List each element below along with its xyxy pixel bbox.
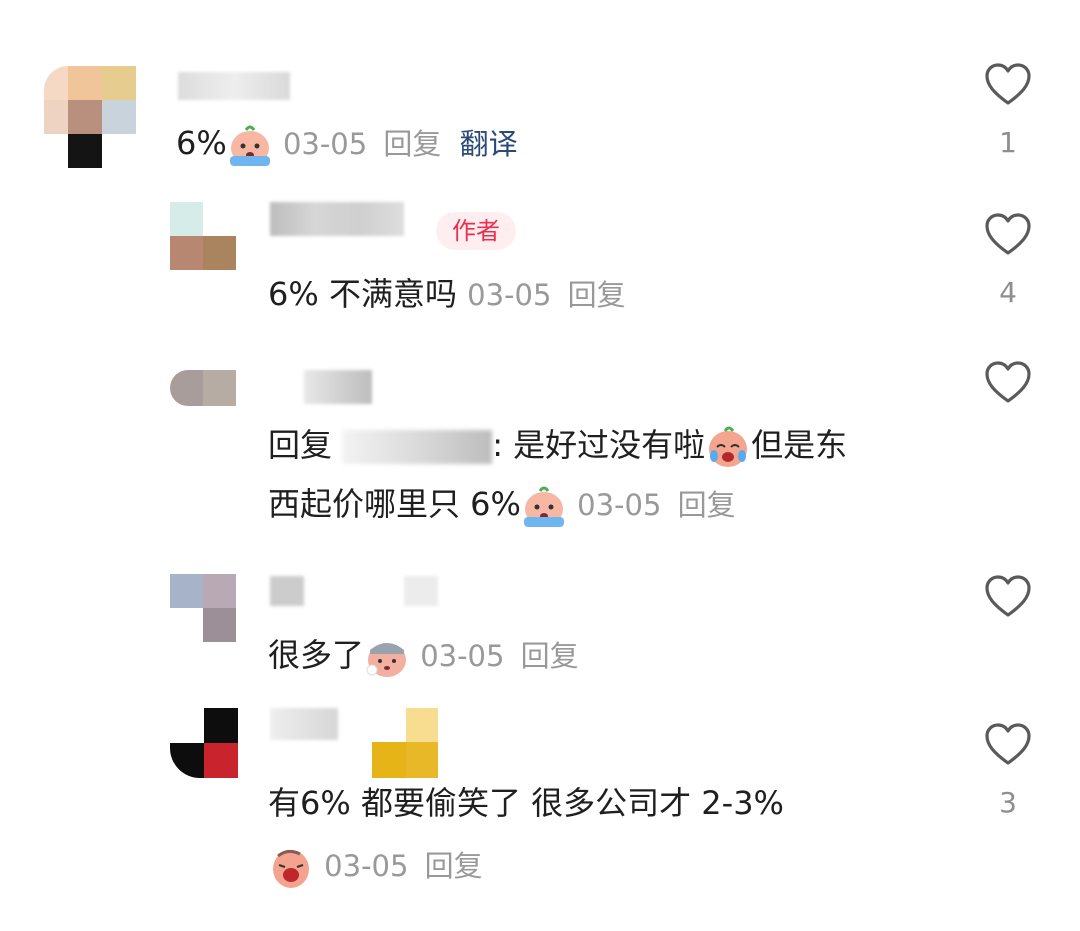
username-obscured <box>404 576 438 606</box>
like-count: 1 <box>999 126 1017 159</box>
comment-line: 回复 : 是好过没有啦 但是东 <box>268 414 847 476</box>
username-obscured <box>270 708 338 740</box>
translate-button[interactable]: 翻译 <box>460 127 518 161</box>
avatar[interactable] <box>170 708 238 778</box>
comment-line: 西起价哪里只 6% 03-05 回复 <box>268 473 736 536</box>
reply-prefix: 回复 <box>268 426 333 464</box>
avatar[interactable] <box>44 66 136 168</box>
username-obscured <box>304 370 372 404</box>
avatar[interactable] <box>170 202 236 270</box>
reply-button[interactable]: 回复 <box>425 849 483 883</box>
comment-date: 03-05 <box>420 639 505 673</box>
sigh-emoji <box>366 642 407 678</box>
reply-button[interactable]: 回复 <box>568 278 626 312</box>
comment-text: 很多了 <box>268 636 365 674</box>
avatar[interactable] <box>170 356 236 406</box>
heart-outline-icon[interactable] <box>984 574 1032 618</box>
like-count: 3 <box>999 786 1017 819</box>
comment-line: 有6% 都要偷笑了 很多公司才 2-3% <box>268 772 784 834</box>
author-badge: 作者 <box>436 212 516 250</box>
crying-emoji <box>522 486 566 529</box>
username-obscured <box>270 576 304 606</box>
comment-line: 03-05 回复 <box>268 834 483 897</box>
comment-date: 03-05 <box>467 278 552 312</box>
username-obscured <box>270 202 404 236</box>
reply-button[interactable]: 回复 <box>678 488 736 522</box>
heart-outline-icon[interactable] <box>984 722 1032 766</box>
comment-text: 6% 不满意吗 <box>268 275 457 313</box>
username-obscured <box>178 72 290 100</box>
comment-text: 6% <box>176 124 227 162</box>
comment-line: 6% 03-05 回复 翻译 <box>176 112 518 175</box>
comment-text: 有6% 都要偷笑了 很多公司才 2-3% <box>268 784 784 822</box>
heart-outline-icon[interactable] <box>984 212 1032 256</box>
comment-line: 6% 不满意吗 03-05 回复 <box>268 263 626 326</box>
comment-date: 03-05 <box>324 849 409 883</box>
comment-text: : 是好过没有啦 <box>492 426 706 464</box>
wailing-emoji <box>271 848 311 890</box>
avatar[interactable] <box>170 574 236 642</box>
crying-emoji <box>228 125 272 168</box>
like-count: 4 <box>999 276 1017 309</box>
tearful-emoji <box>707 426 749 469</box>
heart-outline-icon[interactable] <box>984 360 1032 404</box>
replied-user-obscured[interactable] <box>342 430 493 464</box>
heart-outline-icon[interactable] <box>984 62 1032 106</box>
username-obscured <box>372 708 438 778</box>
comment-line: 很多了 03-05 回复 <box>268 624 579 687</box>
comment-date: 03-05 <box>577 488 662 522</box>
comment-text-cont: 但是东 <box>751 426 848 464</box>
comment-date: 03-05 <box>282 127 368 161</box>
comment-text: 西起价哪里只 6% <box>268 485 521 523</box>
reply-button[interactable]: 回复 <box>383 127 441 161</box>
reply-button[interactable]: 回复 <box>521 639 579 673</box>
